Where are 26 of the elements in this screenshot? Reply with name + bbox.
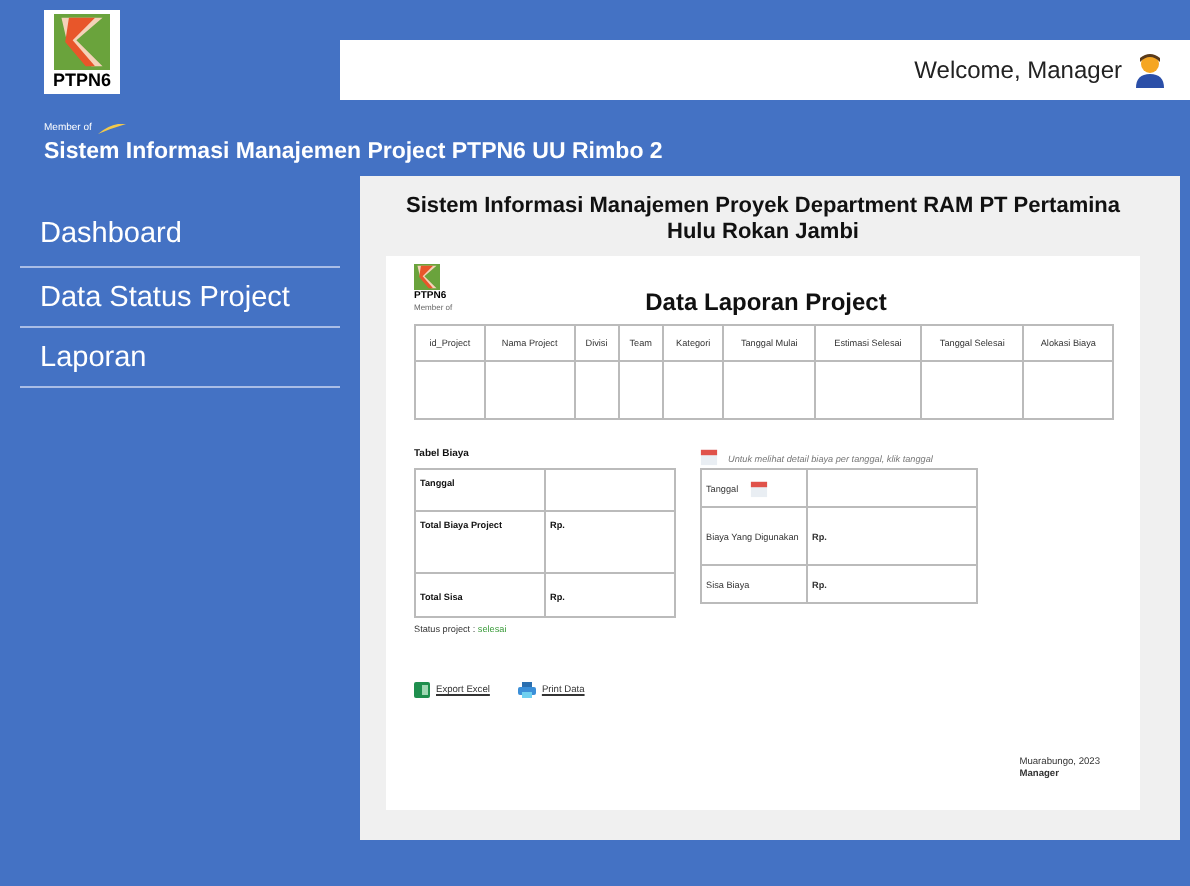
nav-item[interactable]: Laporan [20, 328, 340, 388]
report-title: Data Laporan Project [643, 288, 889, 316]
app-title: Sistem Informasi Manajemen Project PTPN6 UU Rimbo 2 [42, 140, 665, 164]
swoosh-icon [97, 123, 126, 133]
logo-icon [52, 14, 112, 70]
user-icon[interactable] [1134, 52, 1166, 88]
nav-item[interactable]: Dashboard [20, 200, 340, 268]
table-cell [415, 361, 485, 419]
table-cell [814, 361, 921, 419]
calendar-icon[interactable] [750, 479, 769, 497]
table-cell [1023, 361, 1113, 419]
page-heading: Sistem Informasi Manajemen Proyek Department RAM PT Pertamina Hulu Rokan Jambi [404, 194, 1122, 246]
table-cell [484, 361, 575, 419]
printer-icon [517, 682, 536, 698]
nav-item[interactable]: Data Status Project [20, 268, 340, 328]
value-cell [545, 469, 675, 511]
table-cell [921, 361, 1024, 419]
calendar-icon[interactable] [700, 448, 718, 466]
table-cell [618, 361, 663, 419]
logo-text: PTPN6 [52, 70, 111, 90]
table-cell [574, 361, 619, 419]
welcome-text: Welcome, Manager [914, 56, 1122, 84]
logo-icon [414, 264, 440, 290]
table-cell [662, 361, 724, 419]
table-cell [723, 361, 815, 419]
spreadsheet-icon [414, 682, 430, 698]
